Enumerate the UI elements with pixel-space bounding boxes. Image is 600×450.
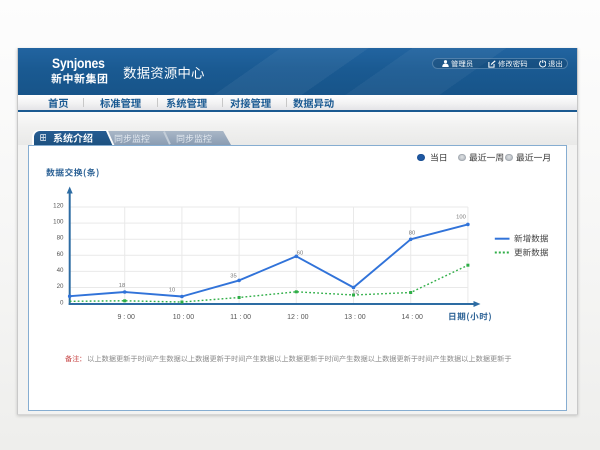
svg-text:35: 35 — [230, 274, 236, 280]
svg-text:60: 60 — [57, 251, 64, 258]
svg-text:14 : 00: 14 : 00 — [401, 314, 423, 321]
svg-text:120: 120 — [53, 203, 64, 210]
svg-text:100: 100 — [456, 215, 466, 221]
svg-text:9 : 00: 9 : 00 — [117, 314, 135, 321]
svg-text:40: 40 — [57, 267, 64, 274]
svg-text:100: 100 — [53, 219, 64, 226]
svg-text:12 : 00: 12 : 00 — [287, 314, 309, 321]
svg-text:60: 60 — [297, 251, 303, 257]
svg-text:80: 80 — [409, 231, 415, 237]
svg-text:10: 10 — [169, 288, 175, 294]
svg-text:11 : 00: 11 : 00 — [230, 314, 251, 321]
svg-text:18: 18 — [119, 283, 125, 289]
svg-text:0: 0 — [60, 300, 64, 307]
svg-text:20: 20 — [57, 283, 64, 290]
svg-text:13 : 00: 13 : 00 — [344, 314, 366, 321]
svg-text:80: 80 — [57, 235, 64, 242]
svg-text:10 : 00: 10 : 00 — [173, 314, 195, 321]
